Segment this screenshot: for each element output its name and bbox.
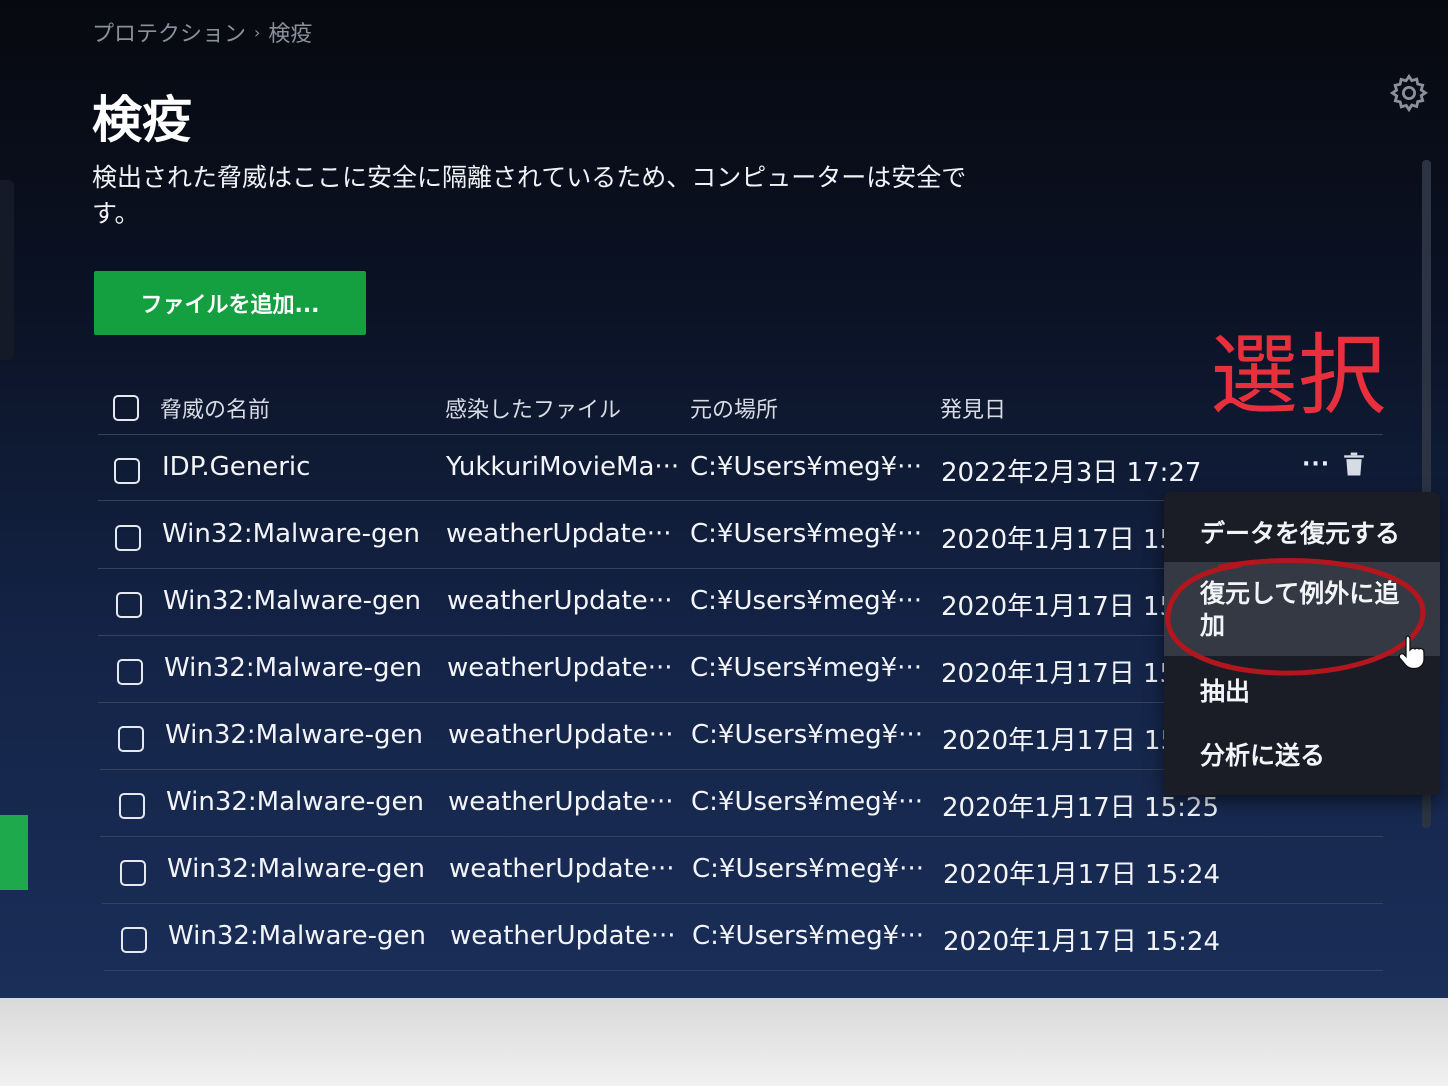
row-checkbox[interactable] xyxy=(118,726,144,752)
threat-name: IDP.Generic xyxy=(162,452,311,482)
table-row[interactable]: IDP.Generic YukkuriMovieMa··· C:¥Users¥m… xyxy=(0,434,1448,501)
found-date: 2020年1月17日 15:24 xyxy=(943,927,1220,957)
breadcrumb-current: 検疫 xyxy=(268,22,313,47)
column-header-original-location[interactable]: 元の場所 xyxy=(690,392,778,424)
quarantine-screen: プロテクション › 検疫 検疫 検出された脅威はここに安全に隔離されているため、… xyxy=(0,0,1448,998)
threat-name: Win32:Malware-gen xyxy=(163,586,421,616)
threat-name: Win32:Malware-gen xyxy=(168,921,426,951)
found-date: 2020年1月17日 15 xyxy=(941,592,1177,622)
threat-name: Win32:Malware-gen xyxy=(167,854,425,884)
row-checkbox[interactable] xyxy=(119,793,145,819)
infected-file: weatherUpdate··· xyxy=(447,653,673,683)
original-location: C:¥Users¥meg¥··· xyxy=(692,854,924,884)
original-location: C:¥Users¥meg¥··· xyxy=(690,452,922,482)
threat-name: Win32:Malware-gen xyxy=(166,787,424,817)
page-title: 検疫 xyxy=(92,91,192,149)
found-date: 2022年2月3日 17:27 xyxy=(941,458,1202,488)
original-location: C:¥Users¥meg¥··· xyxy=(691,720,923,750)
row-checkbox[interactable] xyxy=(120,860,146,886)
infected-file: weatherUpdate··· xyxy=(448,720,674,750)
infected-file: weatherUpdate··· xyxy=(446,519,672,549)
menu-item-label: データを復元する xyxy=(1200,519,1401,548)
table-row[interactable]: Win32:Malware-gen weatherUpdate··· C:¥Us… xyxy=(0,836,1448,904)
breadcrumb: プロテクション › 検疫 xyxy=(92,16,312,48)
found-date: 2020年1月17日 15 xyxy=(941,659,1177,689)
row-checkbox[interactable] xyxy=(115,525,141,551)
sidebar-edge xyxy=(0,180,14,360)
column-header-threat-name[interactable]: 脅威の名前 xyxy=(160,392,270,424)
more-options-icon[interactable]: ··· xyxy=(1302,452,1330,477)
original-location: C:¥Users¥meg¥··· xyxy=(691,787,923,817)
monitor-bezel xyxy=(0,998,1448,1086)
annotation-circle xyxy=(1165,558,1426,676)
handwritten-annotation: 選択 xyxy=(1210,324,1387,427)
hand-pointer-cursor-icon xyxy=(1398,635,1425,670)
original-location: C:¥Users¥meg¥··· xyxy=(690,653,922,683)
row-checkbox[interactable] xyxy=(121,927,147,953)
threat-name: Win32:Malware-gen xyxy=(164,653,422,683)
row-checkbox[interactable] xyxy=(116,592,142,618)
infected-file: weatherUpdate··· xyxy=(447,586,673,616)
infected-file: weatherUpdate··· xyxy=(448,787,674,817)
menu-item-restore-data[interactable]: データを復元する xyxy=(1164,492,1440,562)
breadcrumb-separator: › xyxy=(254,22,261,42)
menu-item-label: 分析に送る xyxy=(1200,741,1326,770)
infected-file: weatherUpdate··· xyxy=(450,921,676,951)
original-location: C:¥Users¥meg¥··· xyxy=(692,921,924,951)
infected-file: weatherUpdate··· xyxy=(449,854,675,884)
page-description: 検出された脅威はここに安全に隔離されているため、コンピューターは安全です。 xyxy=(92,163,967,228)
add-file-button[interactable]: ファイルを追加... xyxy=(94,271,366,335)
row-divider xyxy=(104,970,1383,971)
trash-icon[interactable] xyxy=(1343,452,1365,476)
found-date: 2020年1月17日 15 xyxy=(941,525,1177,555)
found-date: 2020年1月17日 15 xyxy=(942,726,1178,756)
threat-name: Win32:Malware-gen xyxy=(165,720,423,750)
found-date: 2020年1月17日 15:24 xyxy=(943,860,1220,890)
infected-file: YukkuriMovieMa··· xyxy=(446,452,680,482)
row-checkbox[interactable] xyxy=(117,659,143,685)
table-row[interactable]: Win32:Malware-gen weatherUpdate··· C:¥Us… xyxy=(0,903,1448,971)
original-location: C:¥Users¥meg¥··· xyxy=(690,519,922,549)
threat-name: Win32:Malware-gen xyxy=(162,519,420,549)
settings-gear-icon[interactable] xyxy=(1388,72,1430,114)
column-header-infected-file[interactable]: 感染したファイル xyxy=(445,392,621,424)
menu-item-send-for-analysis[interactable]: 分析に送る xyxy=(1164,720,1440,786)
select-all-checkbox[interactable] xyxy=(113,395,139,421)
row-checkbox[interactable] xyxy=(114,458,140,484)
column-header-found-date[interactable]: 発見日 xyxy=(940,392,1006,424)
original-location: C:¥Users¥meg¥··· xyxy=(690,586,922,616)
breadcrumb-parent-link[interactable]: プロテクション xyxy=(92,16,246,48)
